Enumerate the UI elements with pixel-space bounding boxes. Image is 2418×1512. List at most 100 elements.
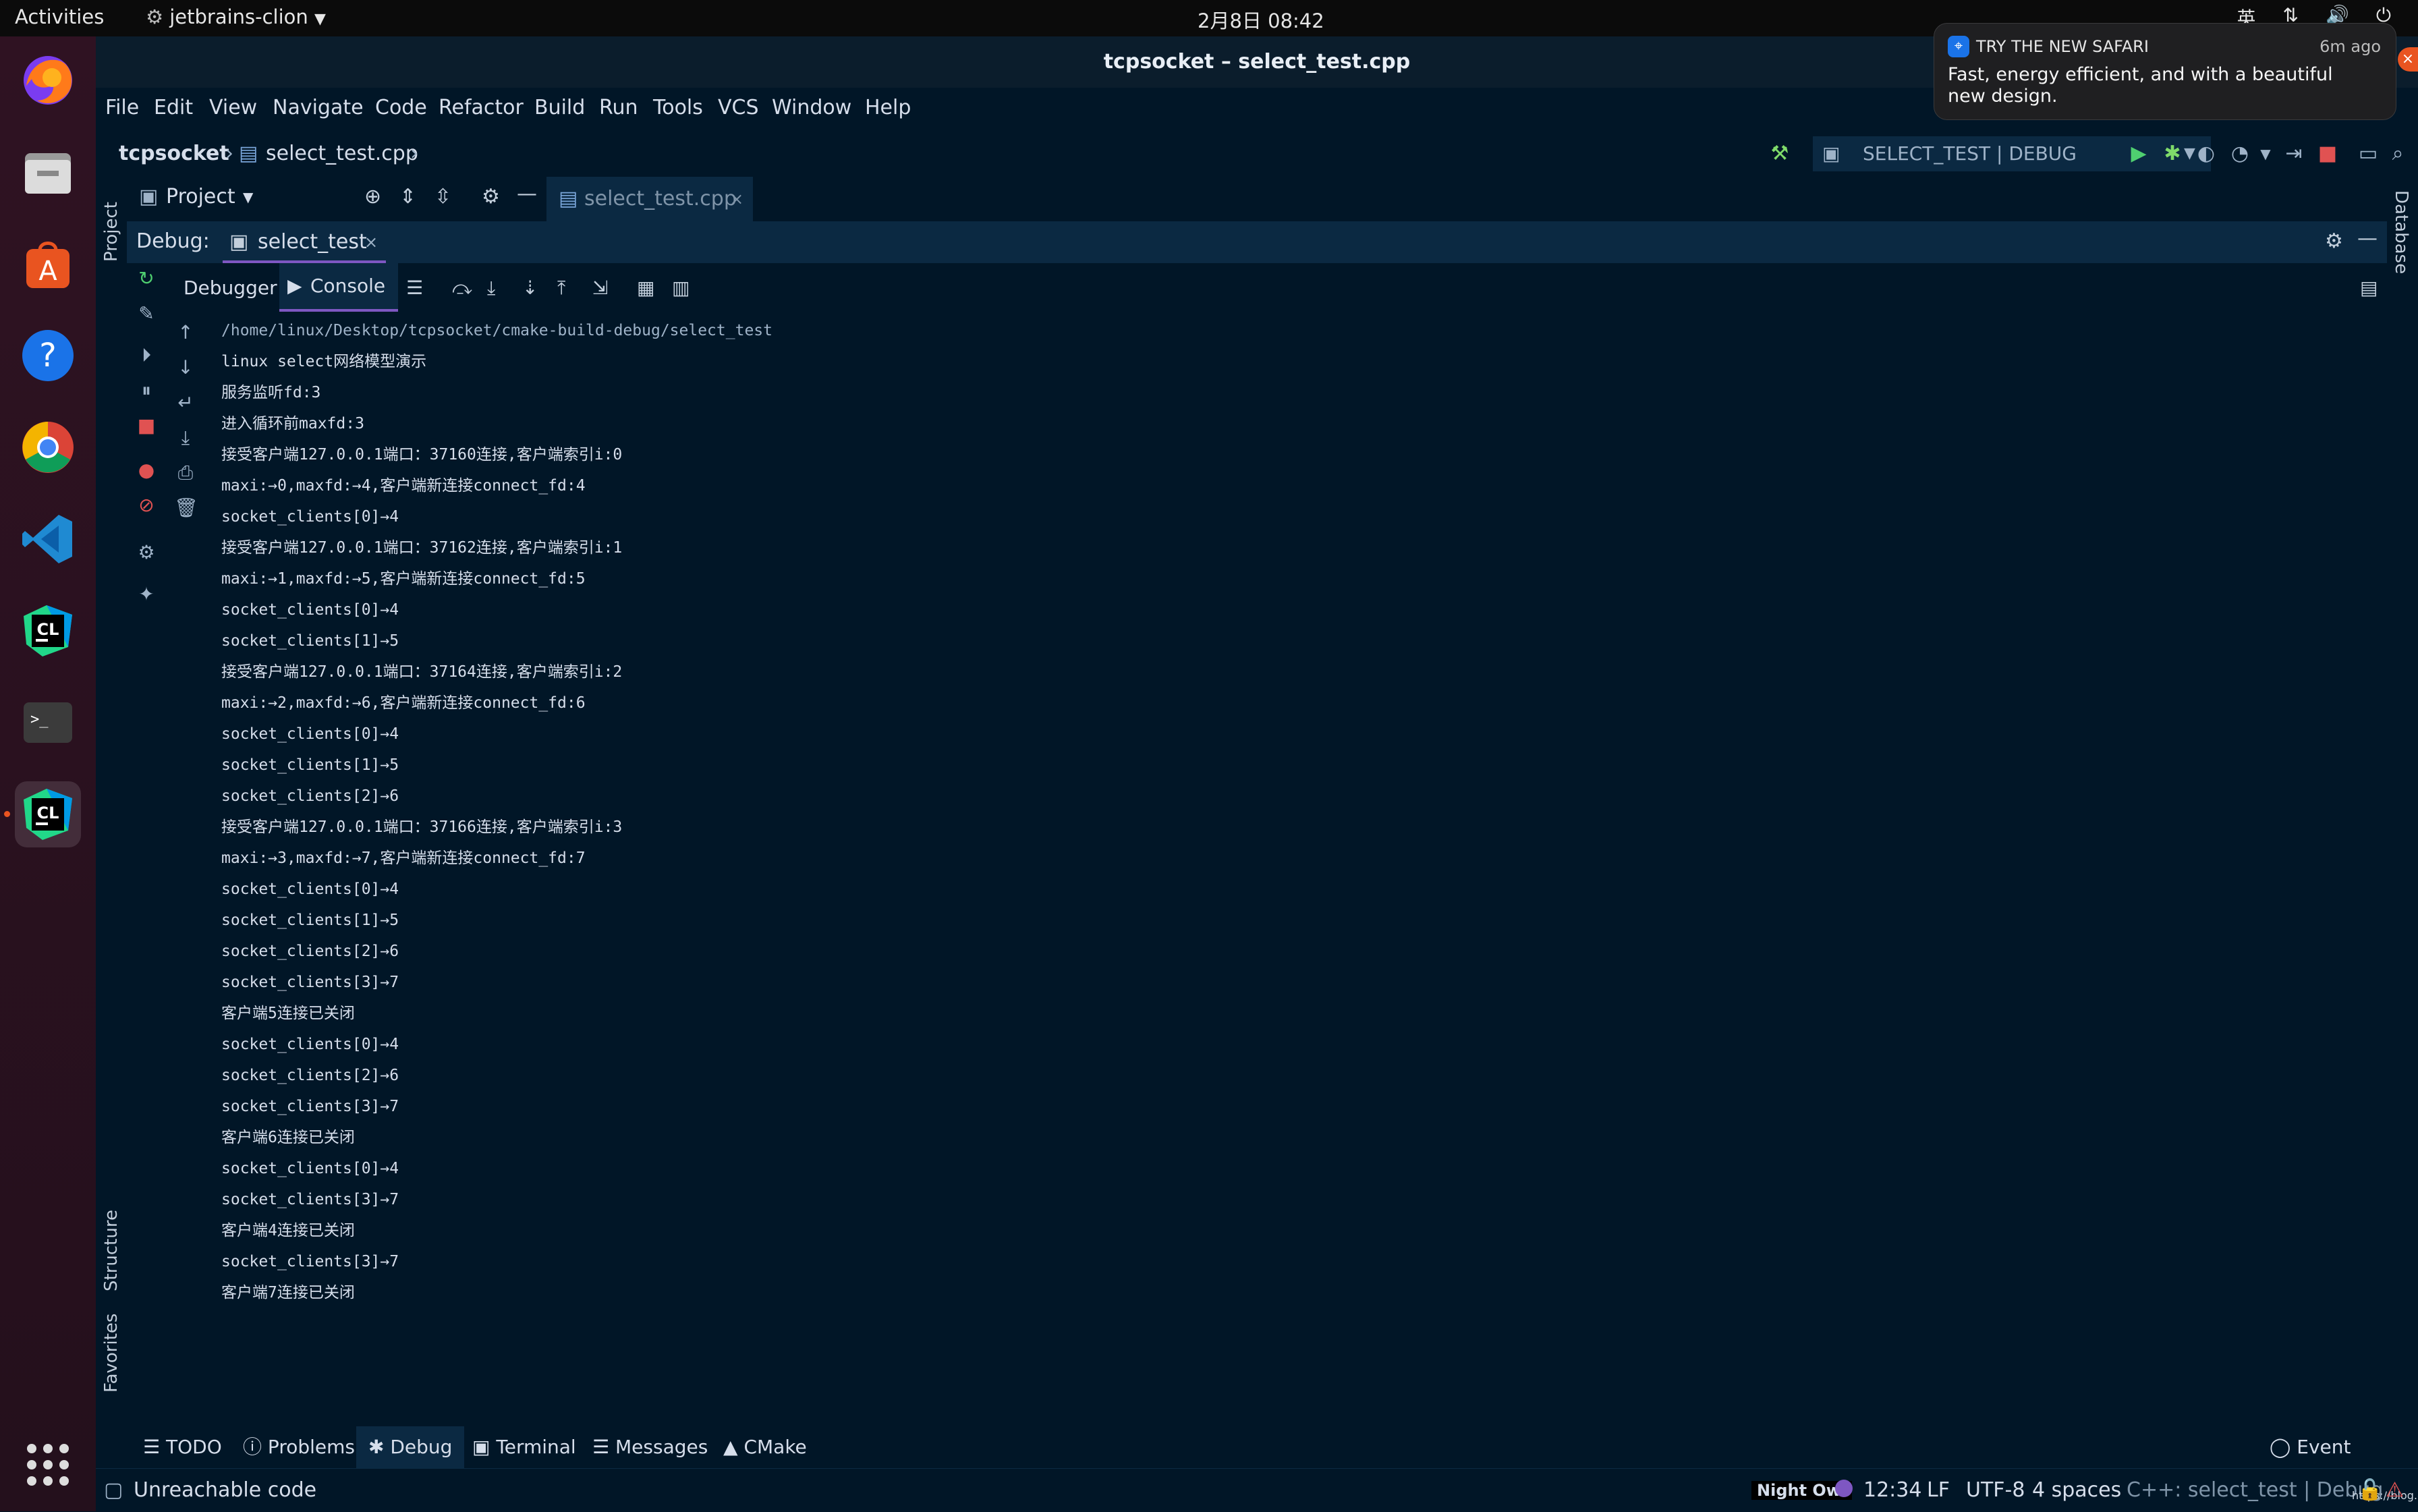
coverage-icon[interactable]: ◐ [2194,142,2218,166]
chevron-down-icon[interactable]: ▼ [2253,142,2278,166]
clion-icon[interactable]: CL [15,598,81,664]
tab-debugger[interactable]: Debugger [184,277,277,299]
project-panel-title[interactable]: Project [166,185,235,208]
close-icon[interactable]: × [730,177,743,221]
attach-debugger-icon[interactable]: ⇥ [2282,142,2306,166]
messages-tab[interactable]: ☰ Messages [592,1426,708,1468]
clion-running-icon[interactable]: CL [15,781,81,847]
clock[interactable]: 2月8日 08:42 [1198,5,1324,34]
chevron-down-icon[interactable]: ▼ [243,189,253,205]
step-over-icon[interactable]: ⤼ [452,277,472,300]
breadcrumb-file[interactable]: select_test.cpp [266,142,418,165]
gear-icon[interactable]: ⚙ [482,185,500,208]
print-icon[interactable]: ⎙ [174,461,197,484]
step-out-icon[interactable]: ⤒ [557,277,565,300]
trace-icon[interactable]: ▥ [672,277,690,299]
trash-icon[interactable]: 🗑 [174,497,198,520]
menu-navigate[interactable]: Navigate [273,96,364,119]
gear-icon[interactable]: ⚙ [2325,229,2343,253]
editor-tab-select-test[interactable]: ▤ select_test.cpp × [546,177,753,221]
menu-icon[interactable]: ☰ [406,277,423,299]
chrome-icon[interactable] [15,414,81,480]
menu-vcs[interactable]: VCS [718,96,759,119]
side-tab-favorites[interactable]: Favorites [101,1314,121,1393]
run-icon[interactable]: ▶ [2127,142,2151,166]
line-separator[interactable]: LF [1927,1478,1950,1502]
menu-help[interactable]: Help [865,96,911,119]
resolve-context[interactable]: C++: select_test | Debug [2127,1478,2383,1502]
mute-breakpoints-icon[interactable]: ⊘ [135,494,158,517]
status-message[interactable]: Unreachable code [134,1478,316,1502]
app-grid-icon[interactable] [15,1432,81,1498]
up-arrow-icon[interactable]: ↑ [174,321,197,344]
problems-tab[interactable]: ⓘ Problems [243,1426,355,1468]
menu-code[interactable]: Code [375,96,427,119]
build-hammer-icon[interactable]: ⚒ [1768,142,1792,166]
breadcrumb-project[interactable]: tcpsocket [119,142,229,165]
caret-position[interactable]: 12:34 [1863,1478,1921,1502]
software-center-icon[interactable]: A [15,231,81,297]
close-icon[interactable]: × [364,221,378,263]
todo-tab[interactable]: ☰ TODO [143,1426,222,1468]
search-icon[interactable]: ⌕ [2386,142,2410,166]
step-into-icon[interactable]: ⤓ [487,277,495,300]
collapse-all-icon[interactable]: ⇳ [434,185,451,208]
tab-console[interactable]: ▶ Console [279,263,398,312]
stop-icon[interactable]: ■ [135,414,158,437]
pause-icon[interactable]: ⏸ [135,379,158,402]
files-icon[interactable] [15,139,81,205]
side-tab-database[interactable]: Database [2391,190,2411,274]
status-panel-icon[interactable]: ▢ [104,1478,123,1502]
menu-run[interactable]: Run [599,96,638,119]
error-indicator-icon[interactable]: ⚠ [2386,1478,2404,1502]
run-configuration-selector[interactable]: ▣ SELECT_TEST | DEBUG ▼ [1813,136,2211,171]
side-tab-structure[interactable]: Structure [101,1210,121,1291]
minimize-icon[interactable]: — [2357,227,2378,250]
close-icon[interactable]: × [2398,47,2418,72]
expand-all-icon[interactable]: ⇕ [399,185,416,208]
vscode-icon[interactable] [15,506,81,572]
activities-button[interactable]: Activities [15,5,104,28]
debug-bug-icon[interactable]: ✱ [2160,142,2185,166]
menu-edit[interactable]: Edit [154,96,193,119]
locate-icon[interactable]: ⊕ [364,185,381,208]
resume-icon[interactable]: ⏵ [135,344,158,367]
view-breakpoints-icon[interactable]: ● [135,459,158,482]
profiler-icon[interactable]: ◔ [2228,142,2252,166]
side-tab-project[interactable]: Project [101,202,121,262]
menu-file[interactable]: File [105,96,139,119]
indent-setting[interactable]: 4 spaces [2032,1478,2121,1502]
force-step-into-icon[interactable]: ⇣ [522,277,538,299]
menu-refactor[interactable]: Refactor [439,96,524,119]
run-to-cursor-icon[interactable]: ⇲ [592,277,608,299]
menu-view[interactable]: View [209,96,257,119]
rerun-icon[interactable]: ↻ [135,267,158,290]
soft-wrap-icon[interactable]: ↵ [174,391,197,414]
debug-session-tab[interactable]: ▣ select_test × [223,221,386,263]
evaluate-icon[interactable]: ▦ [637,277,654,299]
menu-tools[interactable]: Tools [653,96,703,119]
cmake-tab[interactable]: ▲ CMake [723,1426,807,1468]
app-menu[interactable]: ⚙ jetbrains-clion ▼ [146,5,326,28]
firefox-icon[interactable] [15,47,81,113]
project-structure-icon[interactable]: ▭ [2356,142,2380,166]
stop-icon[interactable]: ■ [2315,142,2340,166]
gear-icon[interactable]: ⚙ [135,541,158,564]
scroll-to-end-icon[interactable]: ⤓ [174,426,197,449]
notification-popup[interactable]: ⌖ TRY THE NEW SAFARI 6m ago Fast, energy… [1934,23,2396,120]
file-encoding[interactable]: UTF-8 [1966,1478,2025,1502]
settings-wrench-icon[interactable]: ✎ [135,302,158,325]
menu-build[interactable]: Build [534,96,585,119]
terminal-icon[interactable]: >_ [15,690,81,756]
layout-settings-icon[interactable]: ▤ [2360,277,2378,299]
down-arrow-icon[interactable]: ↓ [174,356,197,379]
event-log-tab[interactable]: ◯ Event Log [2270,1426,2387,1500]
minimize-icon[interactable]: — [517,182,537,206]
console-output[interactable]: /home/linux/Desktop/tcpsocket/cmake-buil… [221,317,2367,1316]
terminal-tab[interactable]: ▣ Terminal [472,1426,576,1468]
lock-icon[interactable]: 🔓 [2357,1478,2382,1502]
menu-window[interactable]: Window [772,96,851,119]
help-icon[interactable]: ? [15,323,81,389]
pin-icon[interactable]: ✦ [135,583,158,606]
debug-tab[interactable]: ✱ Debug [356,1426,465,1468]
